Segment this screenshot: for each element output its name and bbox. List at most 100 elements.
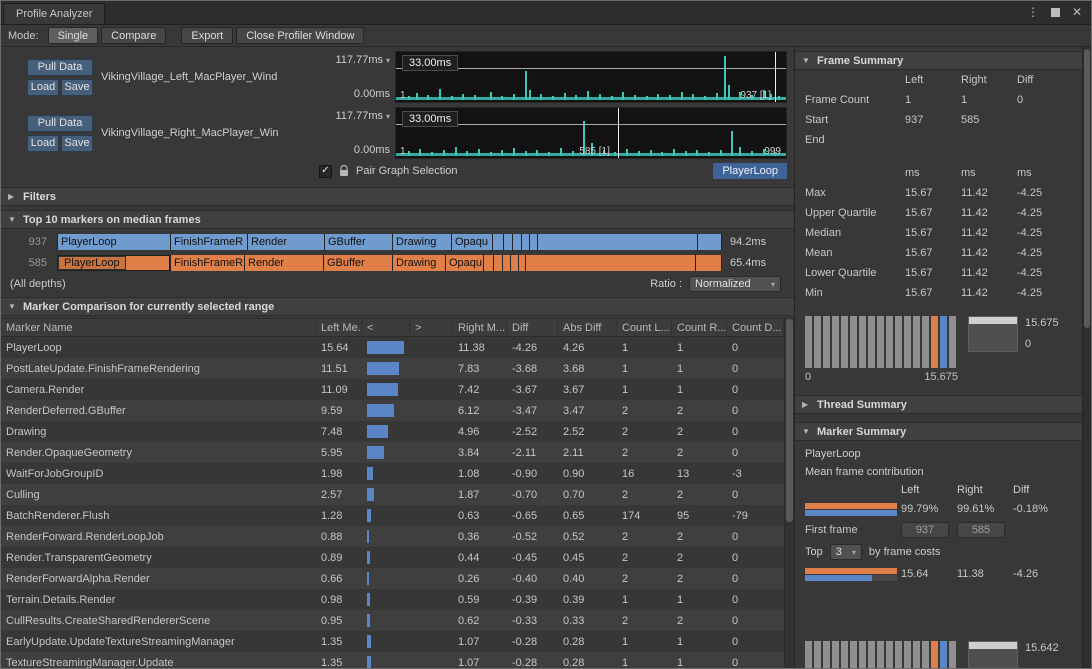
- top10-marker-segment[interactable]: [493, 234, 504, 250]
- mode-compare-button[interactable]: Compare: [101, 27, 166, 44]
- load-button[interactable]: Load: [27, 79, 59, 96]
- selected-marker-chip[interactable]: PlayerLoop: [713, 163, 787, 179]
- top10-marker-segment[interactable]: GBuffer: [324, 255, 393, 271]
- top10-marker-segment[interactable]: [696, 255, 722, 271]
- top10-marker-segment[interactable]: Render: [248, 234, 325, 250]
- marker-row[interactable]: PlayerLoop15.6411.38-4.264.26110: [1, 337, 784, 358]
- table-cell: 2.11: [558, 442, 617, 463]
- top10-marker-segment[interactable]: GBuffer: [325, 234, 393, 250]
- top10-marker-segment[interactable]: [530, 234, 538, 250]
- top10-marker-segment[interactable]: [522, 234, 530, 250]
- top10-marker-segment[interactable]: [494, 255, 503, 271]
- table-scrollbar[interactable]: [784, 318, 794, 668]
- column-header[interactable]: Left Me...: [316, 319, 362, 336]
- top10-marker-segment[interactable]: Opaqu: [446, 255, 484, 271]
- marker-row[interactable]: Render.TransparentGeometry0.890.44-0.450…: [1, 547, 784, 568]
- export-button[interactable]: Export: [181, 27, 233, 44]
- top10-marker-segment[interactable]: [504, 234, 513, 250]
- menu-icon[interactable]: ⋮: [1027, 5, 1039, 19]
- lock-icon: [339, 165, 349, 177]
- marker-row[interactable]: Drawing7.484.96-2.522.52220: [1, 421, 784, 442]
- top10-marker-segment[interactable]: Drawing: [393, 255, 446, 271]
- marker-row[interactable]: Culling2.571.87-0.700.70220: [1, 484, 784, 505]
- table-cell: 1: [617, 589, 672, 610]
- column-header[interactable]: Count D...: [727, 319, 784, 336]
- load-button[interactable]: Load: [27, 135, 59, 152]
- frame-number[interactable]: 585: [9, 257, 47, 269]
- threshold-badge[interactable]: 33.00ms: [402, 111, 458, 127]
- top10-marker-segment[interactable]: [511, 255, 519, 271]
- marker-summary-histogram[interactable]: 15.642: [805, 641, 1078, 668]
- column-header[interactable]: Count L...: [617, 319, 672, 336]
- close-profiler-window-button[interactable]: Close Profiler Window: [236, 27, 364, 44]
- histogram-selection-box[interactable]: [968, 316, 1018, 352]
- frame-summary-histogram[interactable]: 15.675 0: [805, 316, 1078, 368]
- marker-row[interactable]: Terrain.Details.Render0.980.59-0.390.391…: [1, 589, 784, 610]
- top10-marker-segment[interactable]: Drawing: [393, 234, 452, 250]
- top10-marker-segment[interactable]: [698, 234, 722, 250]
- pull-data-button[interactable]: Pull Data: [27, 115, 93, 132]
- marker-row[interactable]: RenderDeferred.GBuffer9.596.12-3.473.472…: [1, 400, 784, 421]
- histogram-selection-box[interactable]: [968, 641, 1018, 668]
- threshold-badge[interactable]: 33.00ms: [402, 55, 458, 71]
- top10-marker-segment[interactable]: PlayerLoop: [57, 234, 171, 250]
- pull-data-button[interactable]: Pull Data: [27, 59, 93, 76]
- column-header[interactable]: >: [410, 319, 453, 336]
- mode-label: Mode:: [8, 30, 39, 42]
- top10-marker-segment[interactable]: [519, 255, 526, 271]
- save-button[interactable]: Save: [61, 135, 93, 152]
- save-button[interactable]: Save: [61, 79, 93, 96]
- comparison-section-header[interactable]: ▼ Marker Comparison for currently select…: [1, 297, 794, 316]
- column-header[interactable]: Diff: [507, 319, 558, 336]
- top10-marker-segment[interactable]: Opaqu: [452, 234, 493, 250]
- column-header[interactable]: <: [362, 319, 410, 336]
- first-frame-right-button[interactable]: 585: [957, 522, 1005, 538]
- top10-marker-segment[interactable]: FinishFrameR: [171, 255, 245, 271]
- frame-number[interactable]: 937: [9, 236, 47, 248]
- y-scale-dropdown[interactable]: 117.77ms ▾: [335, 110, 390, 122]
- y-scale-dropdown[interactable]: 117.77ms ▾: [335, 54, 390, 66]
- maximize-icon[interactable]: [1051, 8, 1060, 17]
- marker-row[interactable]: Render.OpaqueGeometry5.953.84-2.112.1122…: [1, 442, 784, 463]
- column-header[interactable]: Count R...: [672, 319, 727, 336]
- marker-row[interactable]: TextureStreamingManager.Update1.351.07-0…: [1, 652, 784, 668]
- marker-row[interactable]: PostLateUpdate.FinishFrameRendering11.51…: [1, 358, 784, 379]
- table-scrollbar-thumb[interactable]: [786, 319, 793, 522]
- table-cell: 1: [672, 631, 727, 652]
- panel-scrollbar-thumb[interactable]: [1084, 49, 1090, 328]
- ratio-dropdown[interactable]: Normalized ▾: [689, 276, 781, 292]
- marker-row[interactable]: RenderForward.RenderLoopJob0.880.36-0.52…: [1, 526, 784, 547]
- close-icon[interactable]: ✕: [1072, 5, 1082, 19]
- frame-summary-section-header[interactable]: ▼ Frame Summary: [795, 51, 1082, 70]
- frame-time-graph-right[interactable]: 33.00ms 1 585 [1] 999: [395, 107, 787, 159]
- marker-row[interactable]: RenderForwardAlpha.Render0.660.26-0.400.…: [1, 568, 784, 589]
- mode-single-button[interactable]: Single: [48, 27, 99, 44]
- column-header[interactable]: Marker Name: [1, 319, 316, 336]
- frame-time-graph-left[interactable]: 33.00ms 1 937 [1]: [395, 51, 787, 103]
- pair-selection-checkbox[interactable]: ✓: [319, 165, 332, 178]
- top10-marker-segment[interactable]: FinishFrameR: [171, 234, 248, 250]
- top-n-dropdown[interactable]: 3 ▾: [830, 544, 862, 560]
- marker-row[interactable]: Camera.Render11.097.42-3.673.67110: [1, 379, 784, 400]
- column-header[interactable]: Right M...: [453, 319, 507, 336]
- marker-row[interactable]: CullResults.CreateSharedRendererScene0.9…: [1, 610, 784, 631]
- top10-marker-segment[interactable]: [526, 255, 696, 271]
- top10-marker-segment[interactable]: [503, 255, 511, 271]
- column-header[interactable]: Abs Diff: [558, 319, 617, 336]
- top10-section-header[interactable]: ▼ Top 10 markers on median frames: [1, 210, 794, 229]
- main-panel: Pull Data Load Save VikingVillage_Left_M…: [1, 47, 794, 668]
- marker-summary-section-header[interactable]: ▼ Marker Summary: [795, 422, 1082, 441]
- top10-marker-segment[interactable]: [484, 255, 494, 271]
- panel-scrollbar[interactable]: [1082, 47, 1091, 668]
- top10-marker-segment[interactable]: [538, 234, 698, 250]
- filters-section-header[interactable]: ▶ Filters: [1, 187, 794, 206]
- thread-summary-section-header[interactable]: ▶ Thread Summary: [795, 395, 1082, 414]
- marker-row[interactable]: EarlyUpdate.UpdateTextureStreamingManage…: [1, 631, 784, 652]
- top10-marker-segment[interactable]: [513, 234, 522, 250]
- marker-row[interactable]: BatchRenderer.Flush1.280.63-0.650.651749…: [1, 505, 784, 526]
- top10-marker-segment[interactable]: PlayerLoop: [57, 255, 171, 271]
- marker-row[interactable]: WaitForJobGroupID1.981.08-0.900.901613-3: [1, 463, 784, 484]
- window-tab-profile-analyzer[interactable]: Profile Analyzer: [3, 3, 105, 24]
- top10-marker-segment[interactable]: Render: [245, 255, 324, 271]
- first-frame-left-button[interactable]: 937: [901, 522, 949, 538]
